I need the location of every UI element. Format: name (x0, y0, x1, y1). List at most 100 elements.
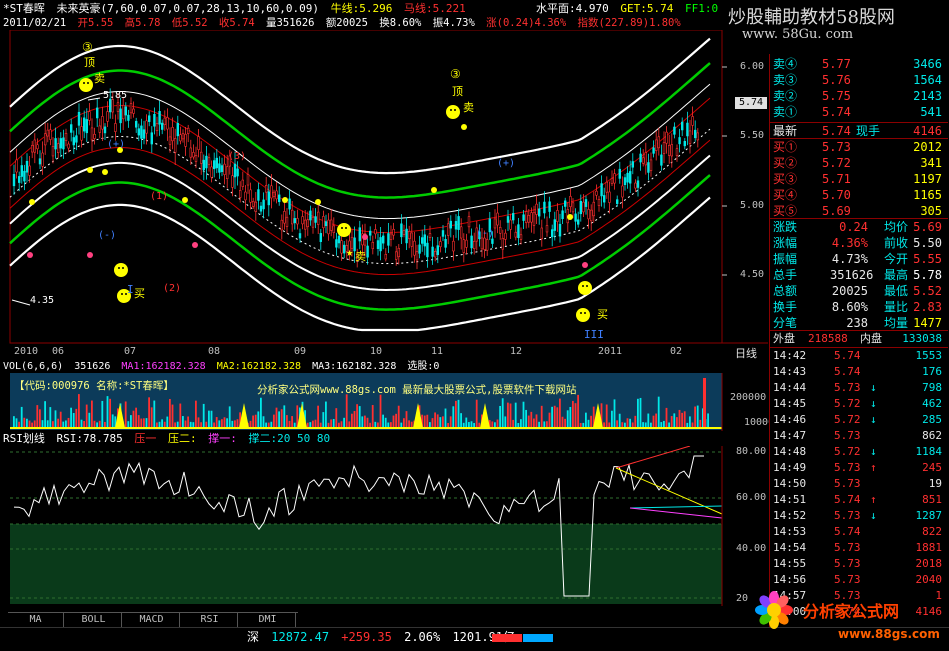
candle-body (675, 148, 679, 156)
volume-bar (587, 419, 590, 428)
volume-bar (101, 400, 104, 428)
tick-row: 14:49 5.73 ↑ 245 (770, 460, 948, 476)
tick-volume: 1184 (915, 445, 943, 458)
tick-time: 14:55 (773, 557, 807, 570)
stat-row: 涨幅 4.36% 前收 5.50 (770, 235, 948, 251)
candle-body (163, 117, 166, 125)
tab-ma[interactable]: MA (8, 613, 64, 627)
signal-dot-pink (362, 234, 368, 240)
candle-body (93, 134, 96, 139)
candle-body (426, 242, 429, 258)
candle-body (277, 194, 281, 203)
price-chart[interactable]: ★ (0, 30, 768, 364)
candle-body (387, 233, 390, 246)
stat-value: 8.60% (831, 300, 868, 314)
candle-body (322, 216, 325, 229)
indicator-header-right: 水平面:4.970 GET:5.74 FF1:0 (536, 3, 723, 15)
signal-dot-pink (582, 262, 588, 268)
smiley-eye (450, 109, 452, 111)
candle-body (381, 235, 385, 244)
date-tick-label: 09 (294, 346, 307, 357)
ask-row: 卖② 5.75 2143 (770, 88, 948, 104)
candle-body (582, 201, 585, 213)
candle-body (517, 224, 520, 238)
candle-body (394, 251, 398, 260)
rsi-chart[interactable] (0, 446, 768, 606)
candle-body (491, 238, 494, 244)
ohlc-high: 高5.78 (124, 17, 161, 29)
stat-label: 前收 (884, 236, 909, 250)
volume-title: VOL(6,6,6) (3, 361, 64, 372)
volume-bar (41, 420, 44, 428)
tick-price: 5.73 (834, 573, 861, 586)
tick-arrow-icon: ↓ (870, 509, 877, 522)
tick-row: 14:53 5.74 822 (770, 524, 948, 540)
tab-rsi[interactable]: RSI (182, 613, 238, 627)
volume-bar (218, 420, 221, 428)
price-tick-label: 5.00 (740, 200, 765, 211)
candle-body (59, 138, 63, 149)
candle-body (457, 216, 460, 230)
inner-label: 内盘 (860, 332, 882, 345)
candle-body (428, 233, 432, 238)
candle-body (602, 195, 606, 203)
volume-bar (325, 401, 327, 428)
tab-boll[interactable]: BOLL (66, 613, 122, 627)
volume-bar (533, 418, 535, 428)
tick-volume: 1287 (915, 509, 943, 522)
signal-dot (315, 199, 321, 205)
volume-bar (434, 412, 436, 428)
tab-dmi[interactable]: DMI (240, 613, 296, 627)
candle-body (493, 218, 497, 229)
volume-bar (85, 404, 88, 428)
inner-value: 133038 (902, 332, 942, 345)
smiley-eye (87, 82, 89, 84)
candle-body (592, 201, 596, 217)
volume-bar (280, 409, 283, 428)
volume-bar (574, 403, 577, 428)
tick-volume: 1881 (915, 541, 943, 554)
candle-body (106, 111, 109, 122)
candle-body (420, 237, 424, 244)
horizon-value: 水平面:4.970 (536, 2, 609, 15)
volume-bar (689, 416, 691, 428)
volume-bar (395, 413, 397, 428)
volume-bar (514, 402, 517, 428)
tick-price: 5.74 (834, 493, 861, 506)
ohlc-amplitude: 振4.73% (432, 17, 475, 29)
volume-bar (356, 404, 358, 428)
candle-body (641, 157, 645, 164)
volume-bar (288, 420, 291, 428)
date-tick-label: 11 (431, 346, 444, 357)
volume-bar (46, 420, 49, 428)
volume-bar (15, 418, 18, 428)
niu-line-value: 牛线:5.296 (330, 2, 393, 15)
candle-body (210, 166, 213, 178)
candle-body (405, 228, 408, 244)
volume-bar (530, 411, 533, 428)
stock-name: *ST春晖 (3, 2, 45, 15)
candle-body (628, 171, 632, 184)
ask-label: 卖③ (773, 73, 798, 87)
period-label[interactable]: 日线 (735, 345, 757, 361)
candle-body (233, 163, 237, 178)
candle-body (129, 103, 133, 114)
candle-body (504, 232, 507, 240)
candle-body (597, 198, 601, 206)
market-index[interactable]: 深 12872.47 +259.35 2.06% 1201.91亿 (247, 630, 520, 644)
tab-macd[interactable]: MACD (124, 613, 180, 627)
candle-body (571, 202, 575, 213)
volume-ma2: MA2:162182.328 (216, 361, 302, 372)
candle-body (264, 185, 268, 193)
ohlc-volume: 量351626 (266, 17, 315, 29)
candle-body (280, 219, 283, 231)
candle-body (384, 254, 387, 260)
ask-price: 5.74 (822, 105, 851, 119)
candle-body (252, 201, 255, 207)
stat-row: 总手 351626 最高 5.78 (770, 267, 948, 283)
price-tick-label: 4.50 (740, 269, 765, 280)
candle-body (158, 111, 161, 125)
candle-body (452, 240, 455, 252)
tick-list: 14:42 5.74 1553 14:43 5.74 176 14:44 5.73 ↓ 798 14… (770, 347, 948, 622)
bid-volume: 305 (920, 204, 942, 218)
